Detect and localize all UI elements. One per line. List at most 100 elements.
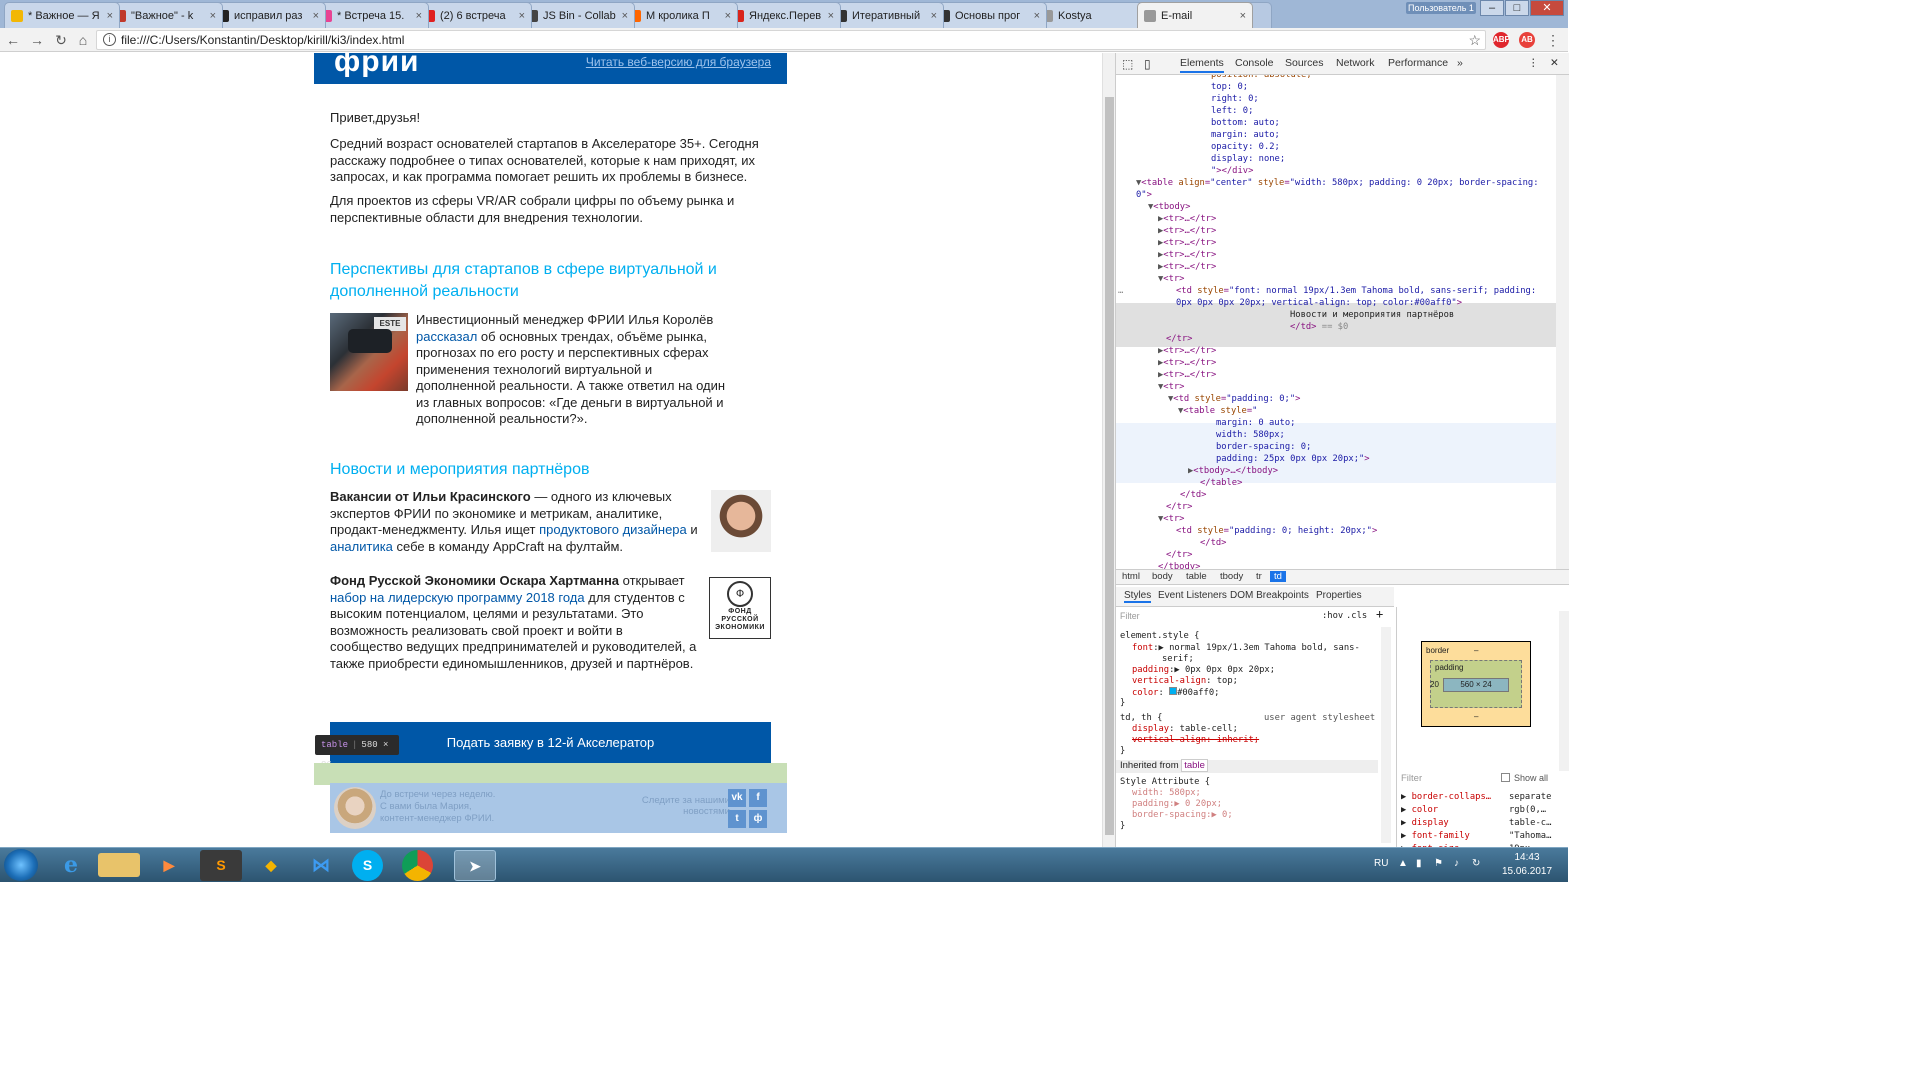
browser-tab[interactable]: JS Bin - Collab ×: [519, 2, 635, 28]
crumb-tr[interactable]: tr: [1256, 571, 1262, 582]
devtools-menu-icon[interactable]: ⋮: [1528, 57, 1539, 69]
tab-close-icon[interactable]: ×: [1240, 10, 1246, 22]
tab-close-icon[interactable]: ×: [107, 10, 113, 22]
tab-close-icon[interactable]: ×: [416, 10, 422, 22]
tab-elements[interactable]: Elements: [1180, 57, 1224, 73]
crumb-td[interactable]: td: [1270, 571, 1286, 582]
browser-tab[interactable]: Основы прог ×: [931, 2, 1047, 28]
start-button[interactable]: [4, 849, 38, 881]
address-bar[interactable]: i file:///C:/Users/Konstantin/Desktop/ki…: [96, 30, 1486, 50]
forward-icon[interactable]: →: [28, 31, 46, 49]
devtools-close-icon[interactable]: ✕: [1550, 57, 1559, 69]
menu-kebab-icon[interactable]: ⋮: [1544, 31, 1562, 49]
twitter-icon[interactable]: t: [728, 810, 746, 828]
page-scrollbar[interactable]: [1102, 53, 1115, 847]
browser-tab[interactable]: * Встреча 15. ×: [313, 2, 429, 28]
computed-row[interactable]: ▶ display table-c…: [1401, 817, 1566, 830]
tab-close-icon[interactable]: ×: [313, 10, 319, 22]
tab-close-icon[interactable]: ×: [828, 10, 834, 22]
page-scrollbar-thumb[interactable]: [1105, 97, 1114, 835]
browser-tab[interactable]: E-mail ×: [1137, 2, 1253, 28]
tab-close-icon[interactable]: ×: [519, 10, 525, 22]
git-icon[interactable]: ◆: [250, 850, 292, 881]
tab-close-icon[interactable]: ×: [622, 10, 628, 22]
explorer-icon[interactable]: [98, 853, 140, 877]
inspect-element-icon[interactable]: ⬚: [1122, 57, 1133, 71]
browser-tab[interactable]: Итеративный ×: [828, 2, 944, 28]
crumb-tbody[interactable]: tbody: [1220, 571, 1243, 582]
vscode-icon[interactable]: ⋈: [300, 850, 342, 881]
home-icon[interactable]: ⌂: [74, 31, 92, 49]
browser-tab[interactable]: (2) 6 встреча ×: [416, 2, 532, 28]
facebook-icon[interactable]: f: [749, 789, 767, 807]
telegram-icon[interactable]: ➤: [454, 850, 496, 881]
sync-icon[interactable]: ↻: [1472, 858, 1480, 869]
analyst-link[interactable]: аналитика: [330, 539, 393, 554]
boxmodel-scrollbar[interactable]: [1559, 611, 1569, 771]
frii-social-icon[interactable]: ф: [749, 810, 767, 828]
media-player-icon[interactable]: ▶: [148, 850, 190, 881]
browser-tab[interactable]: "Важное" - k ×: [107, 2, 223, 28]
maximize-icon[interactable]: □: [1505, 0, 1529, 16]
more-tabs-icon[interactable]: »: [1457, 57, 1463, 69]
tab-close-icon[interactable]: ×: [725, 10, 731, 22]
ie-icon[interactable]: e: [50, 850, 92, 881]
browser-tab[interactable]: Яндекс.Перев ×: [725, 2, 841, 28]
chrome-icon[interactable]: [402, 850, 433, 881]
tray-expand-icon[interactable]: ▲: [1398, 858, 1408, 869]
crumb-body[interactable]: body: [1152, 571, 1173, 582]
skype-icon[interactable]: S: [352, 850, 383, 881]
language-indicator[interactable]: RU: [1374, 858, 1388, 869]
styles-pane: Filter :hov .cls + element.style { font:…: [1116, 607, 1394, 847]
hov-toggle[interactable]: :hov: [1322, 611, 1343, 623]
back-icon[interactable]: ←: [4, 31, 22, 49]
computed-row[interactable]: ▶ border-collaps… separate: [1401, 791, 1566, 804]
show-all-checkbox[interactable]: Show all: [1501, 773, 1548, 783]
browser-tab[interactable]: М кролика П ×: [622, 2, 738, 28]
tab-dom-breakpoints[interactable]: DOM Breakpoints: [1230, 590, 1309, 601]
sublime-icon[interactable]: S: [200, 850, 242, 881]
crumb-html[interactable]: html: [1122, 571, 1140, 582]
close-window-icon[interactable]: ✕: [1530, 0, 1564, 16]
profile-button[interactable]: Пользователь 1: [1406, 2, 1476, 14]
computed-row[interactable]: ▶ color rgb(0,…: [1401, 804, 1566, 817]
tab-console[interactable]: Console: [1235, 57, 1274, 69]
clock[interactable]: 14:43 15.06.2017: [1496, 851, 1558, 879]
product-designer-link[interactable]: продуктового дизайнера: [539, 522, 687, 537]
extension-icon[interactable]: AB: [1519, 32, 1535, 48]
add-rule-icon[interactable]: +: [1376, 608, 1383, 621]
crumb-table[interactable]: table: [1186, 571, 1207, 582]
tab-network[interactable]: Network: [1336, 57, 1375, 69]
volume-icon[interactable]: ♪: [1454, 858, 1459, 869]
tab-close-icon[interactable]: ×: [210, 10, 216, 22]
tab-styles[interactable]: Styles: [1124, 590, 1152, 603]
tab-performance[interactable]: Performance: [1388, 57, 1448, 69]
adblock-icon[interactable]: ABP: [1493, 32, 1510, 48]
tab-properties[interactable]: Properties: [1316, 590, 1362, 601]
browser-tab[interactable]: Kostya ×: [1034, 2, 1150, 28]
tab-close-icon[interactable]: ×: [1034, 10, 1040, 22]
tab-sources[interactable]: Sources: [1285, 57, 1324, 69]
bookmark-star-icon[interactable]: ☆: [1468, 31, 1481, 49]
dom-tree[interactable]: position: absolute; top: 0; right: 0; le…: [1116, 75, 1556, 569]
styles-scrollbar[interactable]: [1381, 627, 1391, 843]
info-icon[interactable]: i: [103, 33, 116, 46]
cls-toggle[interactable]: .cls: [1346, 611, 1367, 623]
network-icon[interactable]: ▮: [1416, 858, 1422, 869]
vr-headset-image[interactable]: ESTE: [330, 313, 408, 391]
reload-icon[interactable]: ↻: [52, 31, 70, 49]
leadership-program-link[interactable]: набор на лидерскую программу 2018 года: [330, 590, 585, 605]
styles-filter-input[interactable]: Filter: [1120, 611, 1140, 623]
flag-icon[interactable]: ⚑: [1434, 858, 1443, 869]
computed-row[interactable]: ▶ font-family "Tahoma…: [1401, 830, 1566, 843]
minimize-icon[interactable]: –: [1480, 0, 1504, 16]
web-version-link[interactable]: Читать веб-версию для браузера: [586, 55, 771, 69]
dom-scrollbar[interactable]: [1556, 75, 1569, 569]
browser-tab[interactable]: исправил раз ×: [210, 2, 326, 28]
browser-tab[interactable]: * Важное — Я ×: [4, 2, 120, 28]
tab-close-icon[interactable]: ×: [931, 10, 937, 22]
device-toolbar-icon[interactable]: ▯: [1144, 57, 1151, 71]
vk-icon[interactable]: vk: [728, 789, 746, 807]
tab-event-listeners[interactable]: Event Listeners: [1158, 590, 1227, 601]
told-link[interactable]: рассказал: [416, 329, 477, 344]
